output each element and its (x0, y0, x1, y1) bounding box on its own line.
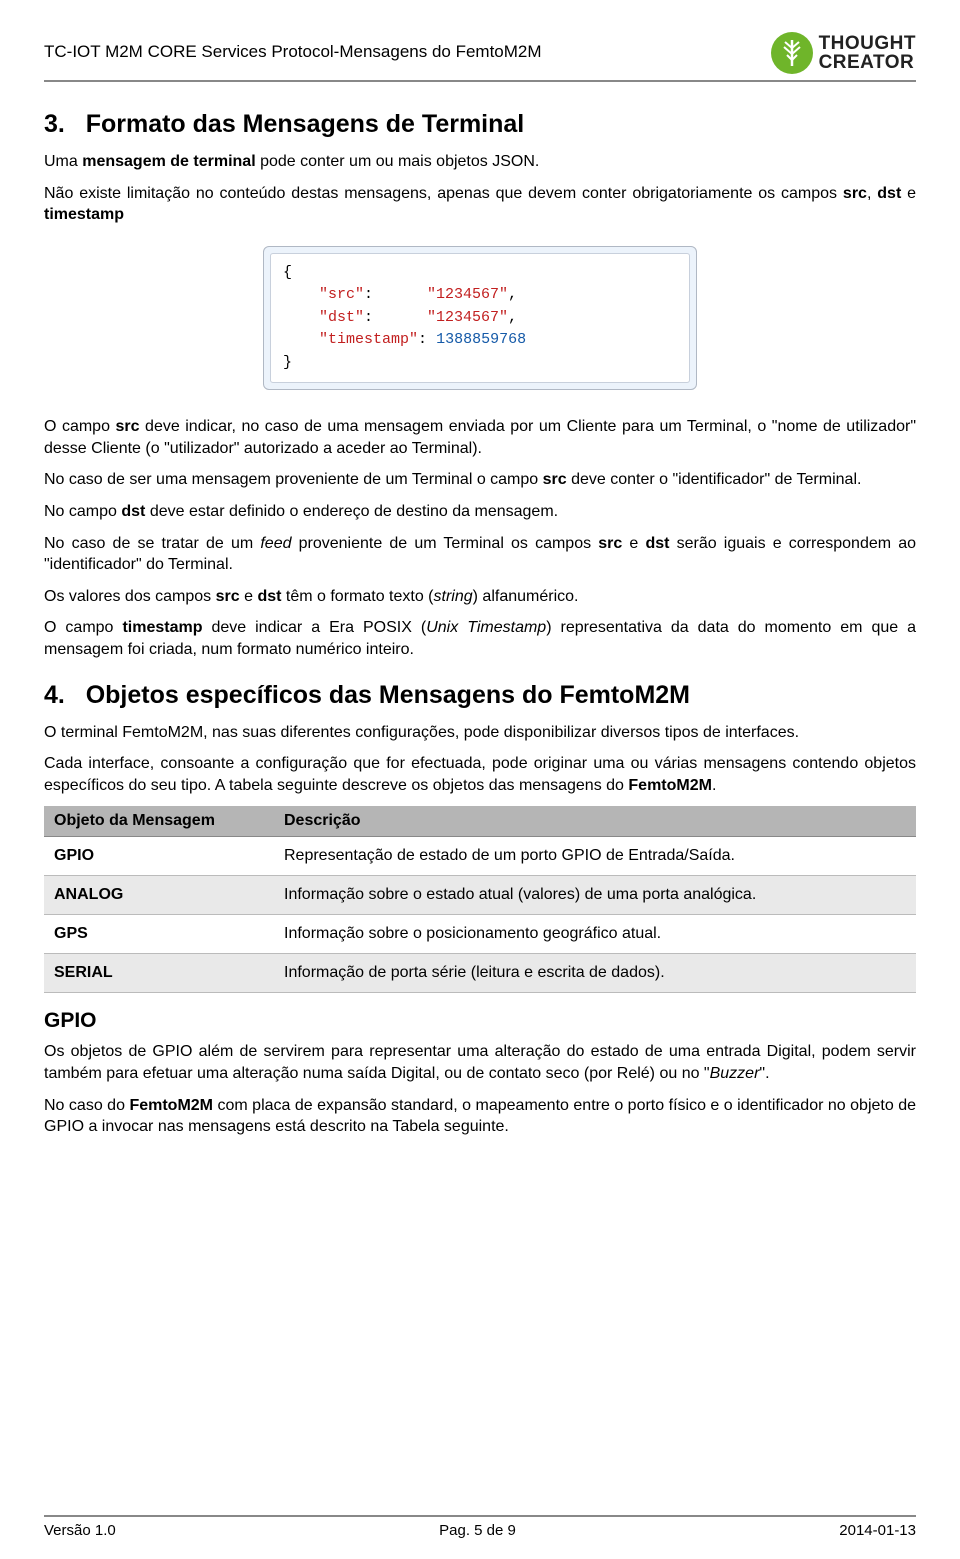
section-3-heading: 3. Formato das Mensagens de Terminal (44, 110, 916, 139)
table-header: Objeto da Mensagem (44, 806, 274, 837)
table-row: GPS Informação sobre o posicionamento ge… (44, 915, 916, 954)
paragraph: O campo timestamp deve indicar a Era POS… (44, 617, 916, 660)
code-block: { "src": "1234567", "dst": "1234567", "t… (263, 246, 697, 391)
table-row: SERIAL Informação de porta série (leitur… (44, 954, 916, 993)
table-row: ANALOG Informação sobre o estado atual (… (44, 876, 916, 915)
doc-title: TC-IOT M2M CORE Services Protocol-Mensag… (44, 32, 542, 62)
footer-date: 2014-01-13 (839, 1522, 916, 1539)
paragraph: Não existe limitação no conteúdo destas … (44, 183, 916, 226)
brand-logo: THOUGHT CREATOR (771, 32, 916, 74)
paragraph: O terminal FemtoM2M, nas suas diferentes… (44, 722, 916, 744)
paragraph: No caso de se tratar de um feed provenie… (44, 533, 916, 576)
paragraph: No campo dst deve estar definido o ender… (44, 501, 916, 523)
paragraph: Uma mensagem de terminal pode conter um … (44, 151, 916, 173)
gpio-heading: GPIO (44, 1009, 916, 1033)
brand-text: THOUGHT CREATOR (819, 34, 916, 72)
page-footer: Versão 1.0 Pag. 5 de 9 2014-01-13 (44, 1515, 916, 1539)
paragraph: No caso do FemtoM2M com placa de expansã… (44, 1095, 916, 1138)
table-header: Descrição (274, 806, 916, 837)
footer-version: Versão 1.0 (44, 1522, 116, 1539)
table-row: GPIO Representação de estado de um porto… (44, 837, 916, 876)
objects-table: Objeto da Mensagem Descrição GPIO Repres… (44, 806, 916, 993)
paragraph: Os valores dos campos src e dst têm o fo… (44, 586, 916, 608)
tree-icon (771, 32, 813, 74)
footer-page: Pag. 5 de 9 (439, 1522, 516, 1539)
paragraph: O campo src deve indicar, no caso de uma… (44, 416, 916, 459)
page-header: TC-IOT M2M CORE Services Protocol-Mensag… (44, 32, 916, 82)
section-4-heading: 4. Objetos específicos das Mensagens do … (44, 681, 916, 710)
paragraph: No caso de ser uma mensagem proveniente … (44, 469, 916, 491)
paragraph: Cada interface, consoante a configuração… (44, 753, 916, 796)
paragraph: Os objetos de GPIO além de servirem para… (44, 1041, 916, 1084)
